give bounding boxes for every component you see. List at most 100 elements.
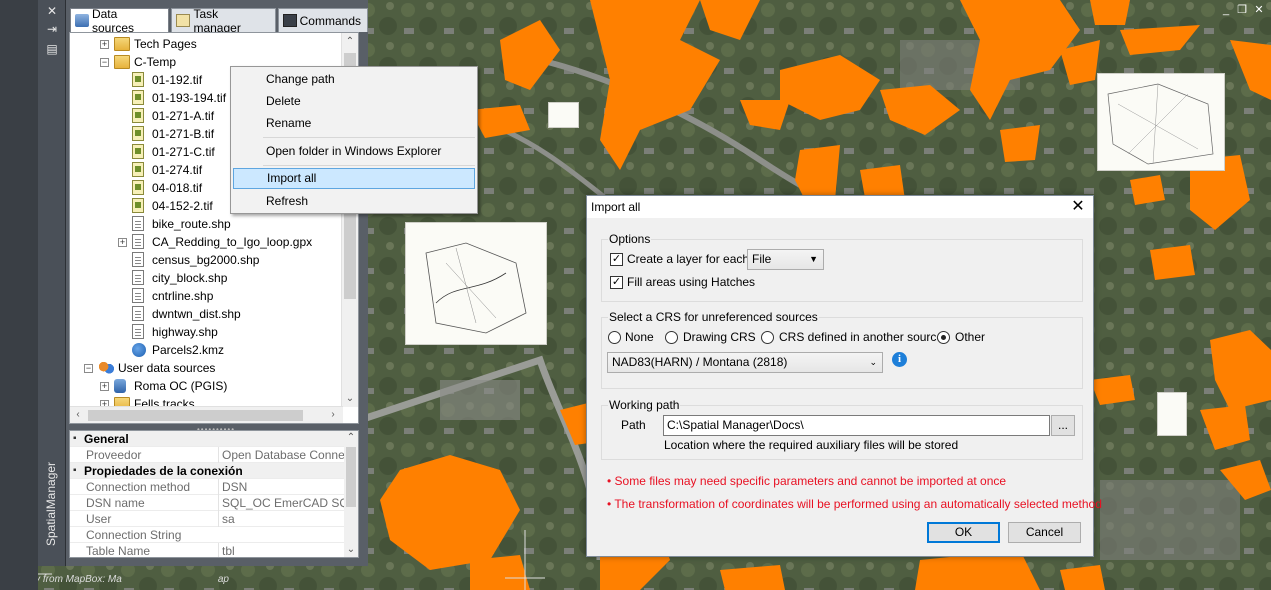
scroll-thumb[interactable] [346,447,356,507]
collapse-icon[interactable]: − [100,58,109,67]
tree-item[interactable]: + CA_Redding_to_Igo_loop.gpx [70,233,342,251]
close-icon[interactable]: ✕ [1253,4,1265,16]
property-key: Connection String [86,528,182,542]
menu-item-import-all[interactable]: Import all [233,168,475,189]
menu-item-open-folder[interactable]: Open folder in Windows Explorer [233,141,475,162]
options-legend: Options [608,232,652,246]
tree-item[interactable]: highway.shp [70,323,342,341]
tree-item-label: highway.shp [152,325,218,339]
folder-icon [114,55,130,69]
dialog-titlebar[interactable]: Import all ✕ [587,196,1093,218]
tab-task-manager[interactable]: Task manager [171,6,276,35]
tree-item[interactable]: dwntwn_dist.shp [70,305,342,323]
minimize-icon[interactable]: _ [1220,4,1232,16]
property-row[interactable]: Proveedor Open Database Connectivity [70,447,358,463]
tree-item[interactable]: − User data sources [70,359,342,377]
tree-item[interactable]: + Tech Pages [70,35,342,53]
drawing-area-edge [0,0,38,590]
chevron-right-icon[interactable]: › [325,406,341,423]
cancel-button[interactable]: Cancel [1008,522,1081,543]
properties-scrollbar[interactable]: ⌃ ⌄ [344,431,358,557]
tab-commands[interactable]: Commands [277,8,368,32]
property-row[interactable]: DSN name SQL_OC EmerCAD SQL [70,495,358,511]
scroll-thumb[interactable] [88,410,303,421]
tree-item[interactable]: Parcels2.kmz [70,341,342,359]
working-path-legend: Working path [608,398,681,412]
layer-per-select[interactable]: File ▼ [747,249,824,270]
fill-hatches-checkbox[interactable]: ✓ [610,276,623,289]
ok-button[interactable]: OK [927,522,1000,543]
autohide-icon[interactable]: ⇥ [44,22,60,36]
property-row[interactable]: Connection String [70,527,358,543]
crs-select[interactable]: NAD83(HARN) / Montana (2818) ⌄ [607,352,883,373]
path-input[interactable]: C:\Spatial Manager\Docs\ [663,415,1050,436]
tree-item-label: dwntwn_dist.shp [152,307,241,321]
menu-separator [263,165,475,166]
tree-item[interactable]: census_bg2000.shp [70,251,342,269]
property-value[interactable]: SQL_OC EmerCAD SQL [218,495,344,511]
menu-item-change-path[interactable]: Change path [233,69,475,90]
property-category[interactable]: ▪ General [70,431,358,447]
close-icon[interactable]: ✕ [1069,197,1087,217]
tree-item-label: 01-271-A.tif [152,109,215,123]
tree-item-label: 01-193-194.tif [152,91,227,105]
tif-icon [132,198,144,213]
warning-text: • The transformation of coordinates will… [607,497,1102,511]
property-row[interactable]: Table Name tbl [70,543,358,558]
warning-text: • Some files may need specific parameter… [607,474,1007,488]
properties-icon[interactable]: ▤ [44,42,60,56]
tab-data-sources[interactable]: Data sources [70,6,170,35]
menu-item-rename[interactable]: Rename [233,113,475,134]
crs-other-source-radio[interactable] [761,331,774,344]
crs-drawing-label: Drawing CRS [683,330,756,344]
property-value[interactable]: tbl [218,543,344,557]
tree-item[interactable]: + Roma OC (PGIS) [70,377,342,395]
menu-item-refresh[interactable]: Refresh [233,191,475,212]
info-icon[interactable]: i [892,352,907,367]
import-all-dialog: Import all ✕ Options ✓ Create a layer fo… [586,195,1102,557]
collapse-icon[interactable]: ▪ [73,431,77,447]
property-value[interactable]: DSN [218,479,344,495]
menu-item-delete[interactable]: Delete [233,91,475,112]
chevron-down-icon[interactable]: ⌄ [342,390,358,407]
property-row[interactable]: Connection method DSN [70,479,358,495]
chevron-left-icon[interactable]: ‹ [70,406,86,423]
properties-grid[interactable]: ▪ General Proveedor Open Database Connectiv… [69,430,359,558]
property-value[interactable]: sa [218,511,344,527]
doc-icon [132,252,144,267]
crs-drawing-radio[interactable] [665,331,678,344]
tab-label: Task manager [193,6,241,35]
create-layer-checkbox[interactable]: ✓ [610,253,623,266]
tif-icon [132,162,144,177]
close-icon[interactable]: ✕ [44,4,60,18]
collapse-icon[interactable]: ▪ [73,463,77,479]
expand-icon[interactable]: + [118,238,127,247]
property-category-label: General [84,432,129,446]
chevron-up-icon[interactable]: ⌃ [344,431,358,446]
property-value[interactable]: Open Database Connectivity [218,447,344,463]
chevron-down-icon[interactable]: ⌄ [344,541,358,557]
task-icon [176,14,191,27]
tree-item-label: 04-018.tif [152,181,203,195]
tif-icon [132,180,144,195]
crs-other-radio[interactable] [937,331,950,344]
expand-icon[interactable]: + [100,382,109,391]
options-group [601,239,1083,302]
context-menu: Change path Delete Rename Open folder in… [230,66,478,214]
tree-item[interactable]: city_block.shp [70,269,342,287]
plan-thumbnail [548,102,579,128]
expand-icon[interactable]: + [100,40,109,49]
tree-item-label: census_bg2000.shp [152,253,260,267]
tab-label: Data sources [91,6,134,35]
tree-horizontal-scrollbar[interactable]: ‹ › [70,406,343,423]
property-category[interactable]: ▪ Propiedades de la conexión [70,463,358,479]
crs-none-radio[interactable] [608,331,621,344]
tree-item[interactable]: cntrline.shp [70,287,342,305]
tree-item[interactable]: bike_route.shp [70,215,342,233]
property-row[interactable]: User sa [70,511,358,527]
browse-button[interactable]: ... [1051,415,1075,436]
collapse-icon[interactable]: − [84,364,93,373]
restore-icon[interactable]: ❐ [1236,4,1248,16]
property-key: Table Name [86,544,151,558]
chevron-up-icon[interactable]: ⌃ [342,33,358,50]
